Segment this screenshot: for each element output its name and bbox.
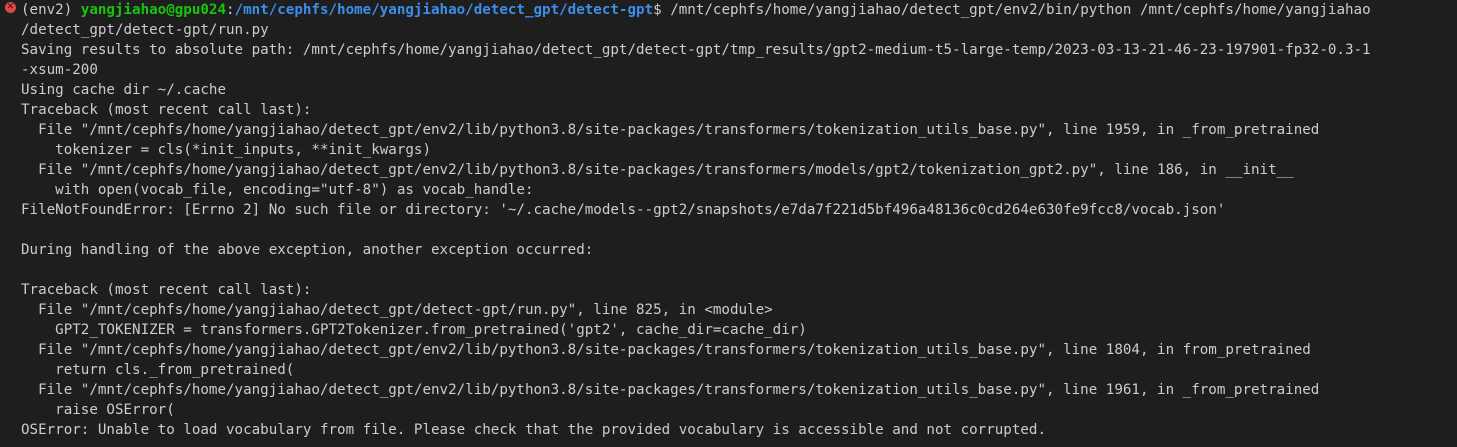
prompt-cwd: /mnt/cephfs/home/yangjiahao/detect_gpt/d… — [234, 2, 654, 18]
output-line: FileNotFoundError: [Errno 2] No such fil… — [21, 202, 1226, 218]
prompt-command: /mnt/cephfs/home/yangjiahao/detect_gpt/e… — [661, 2, 1371, 18]
output-line: Using cache dir ~/.cache — [21, 82, 226, 98]
output-line: File "/mnt/cephfs/home/yangjiahao/detect… — [21, 382, 1320, 398]
prompt-line: (env2) yangjiahao@gpu024:/mnt/cephfs/hom… — [21, 0, 1371, 20]
output-line: raise OSError( — [21, 402, 175, 418]
prompt-symbol: $ — [653, 2, 662, 18]
output-line: File "/mnt/cephfs/home/yangjiahao/detect… — [21, 122, 1320, 138]
output-line: tokenizer = cls(*init_inputs, **init_kwa… — [21, 142, 431, 158]
output-line: File "/mnt/cephfs/home/yangjiahao/detect… — [21, 162, 1294, 178]
output-line: with open(vocab_file, encoding="utf-8") … — [21, 182, 534, 198]
output-line: GPT2_TOKENIZER = transformers.GPT2Tokeni… — [21, 322, 807, 338]
error-x-icon: ✕ — [5, 2, 16, 13]
output-line: return cls._from_pretrained( — [21, 362, 295, 378]
output-line: File "/mnt/cephfs/home/yangjiahao/detect… — [21, 342, 1311, 358]
prompt-user-host: yangjiahao@gpu024 — [80, 2, 227, 18]
output-line: -xsum-200 — [21, 62, 98, 78]
output-line: Traceback (most recent call last): — [21, 282, 312, 298]
output-line: Traceback (most recent call last): — [21, 102, 312, 118]
output-line: /detect_gpt/detect-gpt/run.py — [21, 22, 269, 38]
output-line: Saving results to absolute path: /mnt/ce… — [21, 42, 1371, 58]
output-line: During handling of the above exception, … — [21, 242, 594, 258]
prompt-separator: : — [226, 2, 235, 18]
terminal-output[interactable]: ✕ (env2) yangjiahao@gpu024:/mnt/cephfs/h… — [0, 0, 1457, 447]
prompt-env: (env2) — [21, 2, 81, 18]
output-line: OSError: Unable to load vocabulary from … — [21, 422, 1046, 438]
output-line: File "/mnt/cephfs/home/yangjiahao/detect… — [21, 302, 773, 318]
